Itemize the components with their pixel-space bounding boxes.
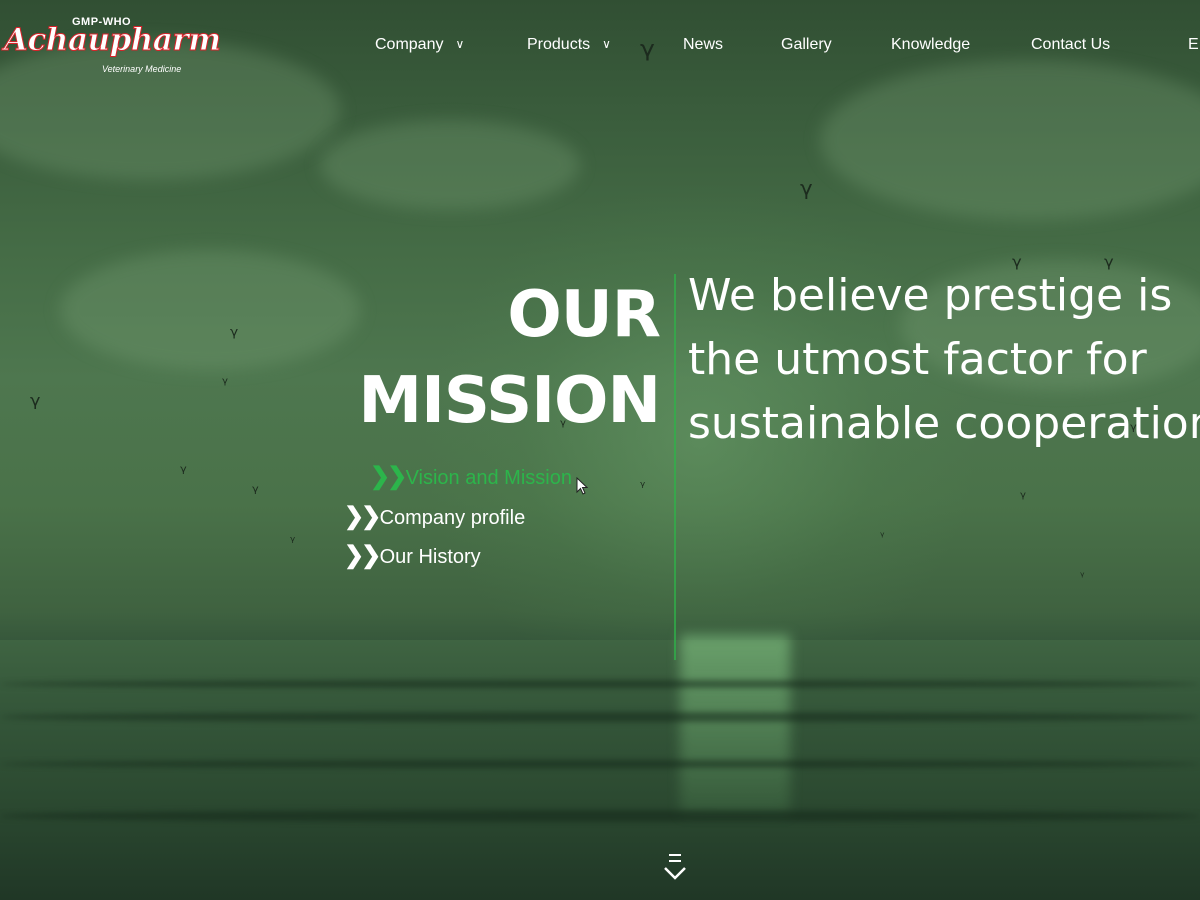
main-nav: Company ∨ Products ∨ News Gallery Knowledg… bbox=[0, 36, 1200, 58]
sun-reflection bbox=[680, 635, 790, 815]
cloud bbox=[60, 250, 360, 370]
bird-icon: ᵞ bbox=[222, 374, 228, 393]
bird-icon: ᵞ bbox=[880, 529, 885, 543]
bird-icon: ᵞ bbox=[180, 462, 187, 483]
nav-item-contact-us[interactable]: Contact Us bbox=[1031, 36, 1110, 54]
mission-heading-line2: MISSION bbox=[358, 364, 661, 438]
sea bbox=[0, 640, 1200, 900]
mouse-cursor-icon bbox=[576, 477, 588, 495]
nav-item-company[interactable]: Company ∨ bbox=[375, 36, 464, 54]
cloud bbox=[320, 120, 580, 210]
nav-item-label: Products bbox=[527, 36, 591, 53]
wave bbox=[0, 810, 1200, 822]
nav-item-gallery[interactable]: Gallery bbox=[781, 36, 832, 54]
hero-section: ᵞ ᵞ ᵞ ᵞ ᵞ ᵞ ᵞ ᵞ ᵞ ᵞ ᵞ ᵞ ᵞ ᵞ ᵞ ᵞ GMP-WHO … bbox=[0, 0, 1200, 900]
chevron-down-icon: ∨ bbox=[602, 37, 611, 51]
bird-icon: ᵞ bbox=[800, 175, 813, 215]
wave bbox=[0, 760, 1200, 768]
mission-heading: OUR MISSION bbox=[358, 272, 661, 444]
nav-item-label: Gallery bbox=[781, 36, 832, 53]
nav-item-language[interactable]: E bbox=[1188, 36, 1199, 54]
nav-item-news[interactable]: News bbox=[683, 36, 723, 54]
divider-line bbox=[674, 274, 676, 660]
bird-icon: ᵞ bbox=[640, 479, 646, 495]
nav-item-products[interactable]: Products ∨ bbox=[527, 36, 611, 54]
submenu-item-vision-and-mission[interactable]: ❯❯ Vision and Mission bbox=[370, 462, 572, 491]
nav-item-knowledge[interactable]: Knowledge bbox=[891, 36, 970, 54]
wave bbox=[0, 680, 1200, 688]
submenu-item-label: Vision and Mission bbox=[405, 467, 572, 489]
submenu-item-label: Our History bbox=[379, 546, 481, 568]
submenu-item-our-history[interactable]: ❯❯ Our History bbox=[344, 541, 481, 570]
bird-icon: ᵞ bbox=[1020, 488, 1026, 507]
submenu-item-label: Company profile bbox=[379, 507, 526, 529]
mission-statement: We believe prestige is the utmost factor… bbox=[688, 270, 1200, 449]
double-chevron-right-icon: ❯❯ bbox=[344, 542, 381, 569]
bird-icon: ᵞ bbox=[30, 389, 41, 422]
mission-heading-line1: OUR bbox=[507, 278, 661, 352]
wave bbox=[0, 712, 1200, 722]
bird-icon: ᵞ bbox=[230, 324, 239, 349]
double-chevron-right-icon: ❯❯ bbox=[344, 503, 381, 530]
double-chevron-right-icon: ❯❯ bbox=[370, 463, 407, 490]
nav-item-label: Company bbox=[375, 36, 444, 53]
logo-tagline: Veterinary Medicine bbox=[102, 64, 182, 74]
nav-item-label: Contact Us bbox=[1031, 36, 1111, 53]
nav-item-label: News bbox=[683, 36, 724, 53]
chevron-down-icon: ∨ bbox=[455, 37, 465, 51]
nav-item-label: E bbox=[1188, 36, 1199, 53]
bird-icon: ᵞ bbox=[252, 482, 259, 503]
bird-icon: ᵞ bbox=[1080, 569, 1085, 583]
submenu-item-company-profile[interactable]: ❯❯ Company profile bbox=[344, 502, 525, 531]
bird-icon: ᵞ bbox=[290, 534, 296, 550]
nav-item-label: Knowledge bbox=[891, 36, 971, 53]
scroll-down-icon[interactable] bbox=[662, 852, 688, 884]
